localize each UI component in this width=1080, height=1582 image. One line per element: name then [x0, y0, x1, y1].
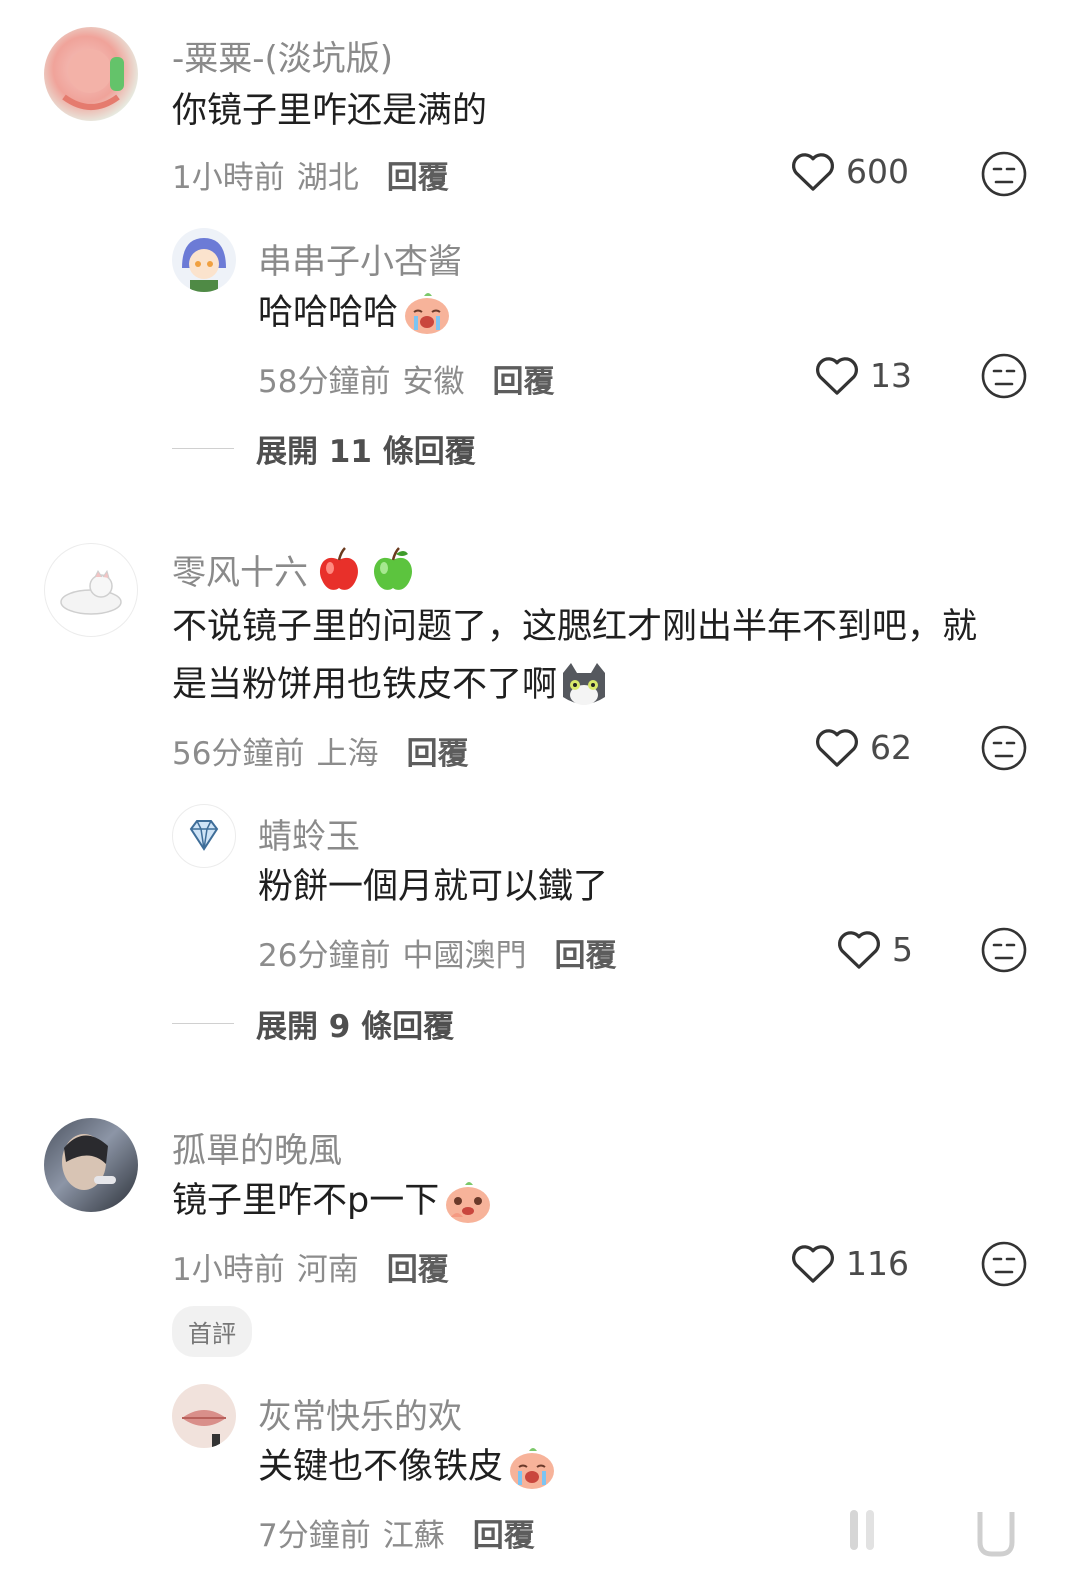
neutral-face-icon[interactable] — [980, 352, 1028, 400]
like-count: 62 — [870, 727, 912, 767]
like-count: 116 — [846, 1243, 909, 1283]
cat-emoji-icon — [559, 661, 609, 709]
comment-time: 7分鐘前 — [258, 1518, 371, 1554]
divider — [172, 1023, 234, 1024]
neutral-face-icon[interactable] — [980, 1240, 1028, 1288]
comment-text-line: 是当粉饼用也铁皮不了啊 — [172, 665, 558, 705]
red-apple-icon — [316, 546, 362, 594]
commenter-name[interactable]: 零风十六 — [172, 545, 308, 594]
commenter-name[interactable]: 孤單的晚風 — [172, 1123, 342, 1172]
comment-location: 江蘇 — [382, 1518, 445, 1554]
expand-replies-label: 展開 9 條回覆 — [256, 1009, 455, 1045]
divider — [172, 448, 234, 449]
comment-time: 58分鐘前 — [258, 364, 391, 400]
neutral-face-icon[interactable] — [980, 150, 1028, 198]
neutral-face-icon[interactable] — [980, 926, 1028, 974]
comment-text: 镜子里咋不p一下 — [172, 1181, 440, 1221]
comment-location: 安徽 — [402, 364, 465, 400]
avatar[interactable] — [44, 1118, 138, 1212]
comment-location: 湖北 — [296, 160, 359, 196]
like-button[interactable]: 600 — [790, 150, 909, 192]
heart-outline-icon — [836, 928, 882, 970]
comment-time: 1小時前 — [172, 160, 285, 196]
shy-emoji-icon — [443, 1177, 493, 1225]
reply-button[interactable]: 回覆 — [554, 930, 616, 975]
reply-button[interactable]: 回覆 — [406, 728, 468, 773]
comment-text: 粉餅一個月就可以鐵了 — [258, 867, 609, 907]
avatar[interactable] — [44, 27, 138, 121]
heart-outline-icon — [790, 1242, 836, 1284]
commenter-name[interactable]: 串串子小杏酱 — [258, 234, 462, 283]
like-count: 13 — [870, 355, 912, 395]
expand-replies-label: 展開 11 條回覆 — [256, 434, 476, 470]
expand-replies-button[interactable]: 展開 9 條回覆 — [172, 1001, 454, 1046]
heart-outline-icon — [814, 354, 860, 396]
comment-text: 你镜子里咋还是满的 — [172, 91, 488, 131]
heart-outline-icon — [814, 726, 860, 768]
commenter-name[interactable]: -粟粟-(淡坑版) — [172, 31, 393, 80]
comment-text: 哈哈哈哈 — [258, 293, 399, 333]
like-button[interactable]: 5 — [836, 928, 913, 970]
heart-outline-icon — [790, 150, 836, 192]
first-comment-badge: 首評 — [172, 1306, 252, 1357]
comment-location: 河南 — [296, 1252, 359, 1288]
like-count: 600 — [846, 151, 909, 191]
crying-emoji-icon — [507, 1443, 557, 1491]
comment-text: 关键也不像铁皮 — [258, 1447, 504, 1487]
like-button[interactable]: 13 — [814, 354, 912, 396]
reply-button[interactable]: 回覆 — [387, 152, 449, 197]
commenter-name[interactable]: 蜻蛉玉 — [258, 809, 360, 858]
comment-text-line: 不说镜子里的问题了，这腮红才刚出半年不到吧，就 — [172, 607, 978, 647]
reply-button[interactable]: 回覆 — [473, 1510, 535, 1555]
green-apple-icon — [370, 546, 416, 594]
comment-time: 56分鐘前 — [172, 736, 305, 772]
avatar[interactable] — [172, 228, 236, 292]
watermark-logo — [840, 1500, 1040, 1560]
avatar[interactable] — [172, 1384, 236, 1448]
expand-replies-button[interactable]: 展開 11 條回覆 — [172, 426, 476, 471]
reply-button[interactable]: 回覆 — [387, 1244, 449, 1289]
like-button[interactable]: 62 — [814, 726, 912, 768]
comment-time: 1小時前 — [172, 1252, 285, 1288]
avatar[interactable] — [44, 543, 138, 637]
commenter-name[interactable]: 灰常快乐的欢 — [258, 1389, 462, 1438]
reply-button[interactable]: 回覆 — [492, 356, 554, 401]
comment-location: 上海 — [316, 736, 379, 772]
comment-time: 26分鐘前 — [258, 938, 391, 974]
comment-location: 中國澳門 — [402, 938, 527, 974]
like-button[interactable]: 116 — [790, 1242, 909, 1284]
neutral-face-icon[interactable] — [980, 724, 1028, 772]
like-count: 5 — [892, 929, 913, 969]
crying-emoji-icon — [402, 290, 452, 336]
avatar[interactable] — [172, 804, 236, 868]
